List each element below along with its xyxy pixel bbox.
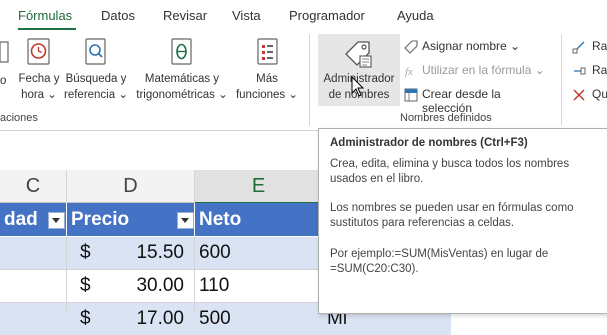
nombres-definidos-group-label: Nombres definidos bbox=[400, 112, 492, 124]
ribbon: o Fecha y hora ⌄ Búsqueda y referencia ⌄… bbox=[0, 30, 607, 130]
trace-dependents-icon bbox=[574, 67, 586, 75]
partial-function-icon[interactable] bbox=[0, 40, 12, 64]
utilizar-label: Utilizar en la fórmula ⌄ bbox=[422, 63, 545, 77]
right-cmd2-label: Ra bbox=[592, 63, 607, 77]
utilizar-formula-button[interactable]: fx Utilizar en la fórmula ⌄ bbox=[404, 63, 548, 79]
right-cmd3-label: Qu bbox=[592, 87, 607, 101]
filter-dropdown-icon[interactable] bbox=[48, 212, 65, 229]
tooltip-paragraph-2: Los nombres se pueden usar en fórmulas c… bbox=[330, 202, 574, 229]
remove-arrows-icon bbox=[573, 89, 585, 101]
header-cell-precio[interactable]: Precio bbox=[67, 203, 194, 236]
theta-icon bbox=[171, 38, 192, 65]
net-cell: 110 bbox=[199, 275, 230, 296]
group-separator bbox=[309, 34, 310, 126]
header-cell-cantidad[interactable]: dad bbox=[0, 203, 66, 236]
price-cell: 17.00 bbox=[136, 308, 184, 329]
currency-symbol: $ bbox=[80, 308, 91, 329]
name-manager-tag-icon bbox=[345, 41, 372, 68]
more-functions-icon bbox=[257, 38, 278, 65]
header-cell-neto[interactable]: Neto bbox=[195, 203, 322, 236]
mas-label-2: funciones ⌄ bbox=[235, 89, 299, 101]
busqueda-label-1: Búsqueda y bbox=[65, 73, 127, 85]
function-library-group-label: aciones bbox=[0, 112, 38, 124]
quitar-flechas-button[interactable]: Qu bbox=[572, 87, 607, 103]
column-header-c[interactable]: C bbox=[0, 170, 67, 203]
tab-revisar[interactable]: Revisar bbox=[163, 8, 207, 23]
lookup-book-icon bbox=[85, 38, 106, 65]
crear-seleccion-button[interactable]: Crear desde la selección bbox=[404, 87, 554, 115]
grid-line bbox=[66, 237, 67, 312]
net-cell: 500 bbox=[199, 308, 231, 329]
price-cell: 30.00 bbox=[136, 275, 184, 296]
formula-icon: fx bbox=[405, 66, 413, 78]
rastrear-precedentes-button[interactable]: Ra bbox=[572, 39, 607, 55]
asignar-label: Asignar nombre ⌄ bbox=[422, 39, 521, 53]
rastrear-dependientes-button[interactable]: Ra bbox=[572, 63, 607, 79]
currency-symbol: $ bbox=[80, 242, 91, 263]
busqueda-referencia-button[interactable]: Búsqueda y referencia ⌄ bbox=[62, 30, 130, 110]
group-separator-2 bbox=[561, 34, 562, 126]
right-cmd1-label: Ra bbox=[592, 39, 607, 53]
mas-funciones-button[interactable]: Más funciones ⌄ bbox=[234, 30, 300, 110]
matematicas-button[interactable]: Matemáticas y trigonométricas ⌄ bbox=[134, 30, 230, 110]
math-label-1: Matemáticas y bbox=[144, 73, 220, 85]
tab-ayuda[interactable]: Ayuda bbox=[397, 8, 434, 23]
column-header-d[interactable]: D bbox=[67, 170, 195, 203]
tag-icon bbox=[404, 40, 418, 54]
math-label-2: trigonométricas ⌄ bbox=[136, 89, 228, 101]
tab-vista[interactable]: Vista bbox=[232, 8, 261, 23]
mouse-cursor-icon bbox=[351, 76, 365, 97]
svg-text:fx: fx bbox=[405, 66, 413, 78]
currency-symbol: $ bbox=[80, 275, 91, 296]
price-cell: 15.50 bbox=[136, 242, 184, 263]
fecha-label-1: Fecha y bbox=[18, 73, 60, 85]
header-precio-text: Precio bbox=[71, 209, 130, 230]
fecha-hora-button[interactable]: Fecha y hora ⌄ bbox=[17, 30, 61, 110]
tooltip-title: Administrador de nombres (Ctrl+F3) bbox=[330, 137, 528, 149]
name-manager-tooltip: Administrador de nombres (Ctrl+F3) Crea,… bbox=[318, 128, 607, 314]
header-cantidad-text: dad bbox=[4, 209, 38, 230]
grid-line bbox=[194, 237, 195, 312]
tab-programador[interactable]: Programador bbox=[289, 8, 365, 23]
trace-icon bbox=[572, 41, 585, 54]
column-header-e[interactable]: E bbox=[195, 170, 323, 204]
tooltip-paragraph-1: Crea, edita, elimina y busca todos los n… bbox=[330, 158, 570, 185]
mas-label-1: Más bbox=[256, 73, 278, 85]
tooltip-paragraph-3: Por ejemplo:=SUM(MisVentas) en lugar de … bbox=[330, 248, 549, 275]
filter-dropdown-icon[interactable] bbox=[177, 212, 194, 229]
partial-button-label: o bbox=[0, 75, 7, 87]
header-neto-text: Neto bbox=[199, 209, 242, 230]
clock-icon bbox=[27, 38, 50, 65]
fecha-label-2: hora ⌄ bbox=[21, 89, 57, 101]
crear-label: Crear desde la selección bbox=[422, 87, 501, 115]
tab-formulas[interactable]: Fórmulas bbox=[18, 8, 72, 23]
busqueda-label-2: referencia ⌄ bbox=[64, 89, 128, 101]
tab-datos[interactable]: Datos bbox=[101, 8, 135, 23]
create-from-selection-icon bbox=[404, 88, 418, 102]
asignar-nombre-button[interactable]: Asignar nombre ⌄ bbox=[404, 39, 534, 55]
net-cell: 600 bbox=[199, 242, 231, 263]
